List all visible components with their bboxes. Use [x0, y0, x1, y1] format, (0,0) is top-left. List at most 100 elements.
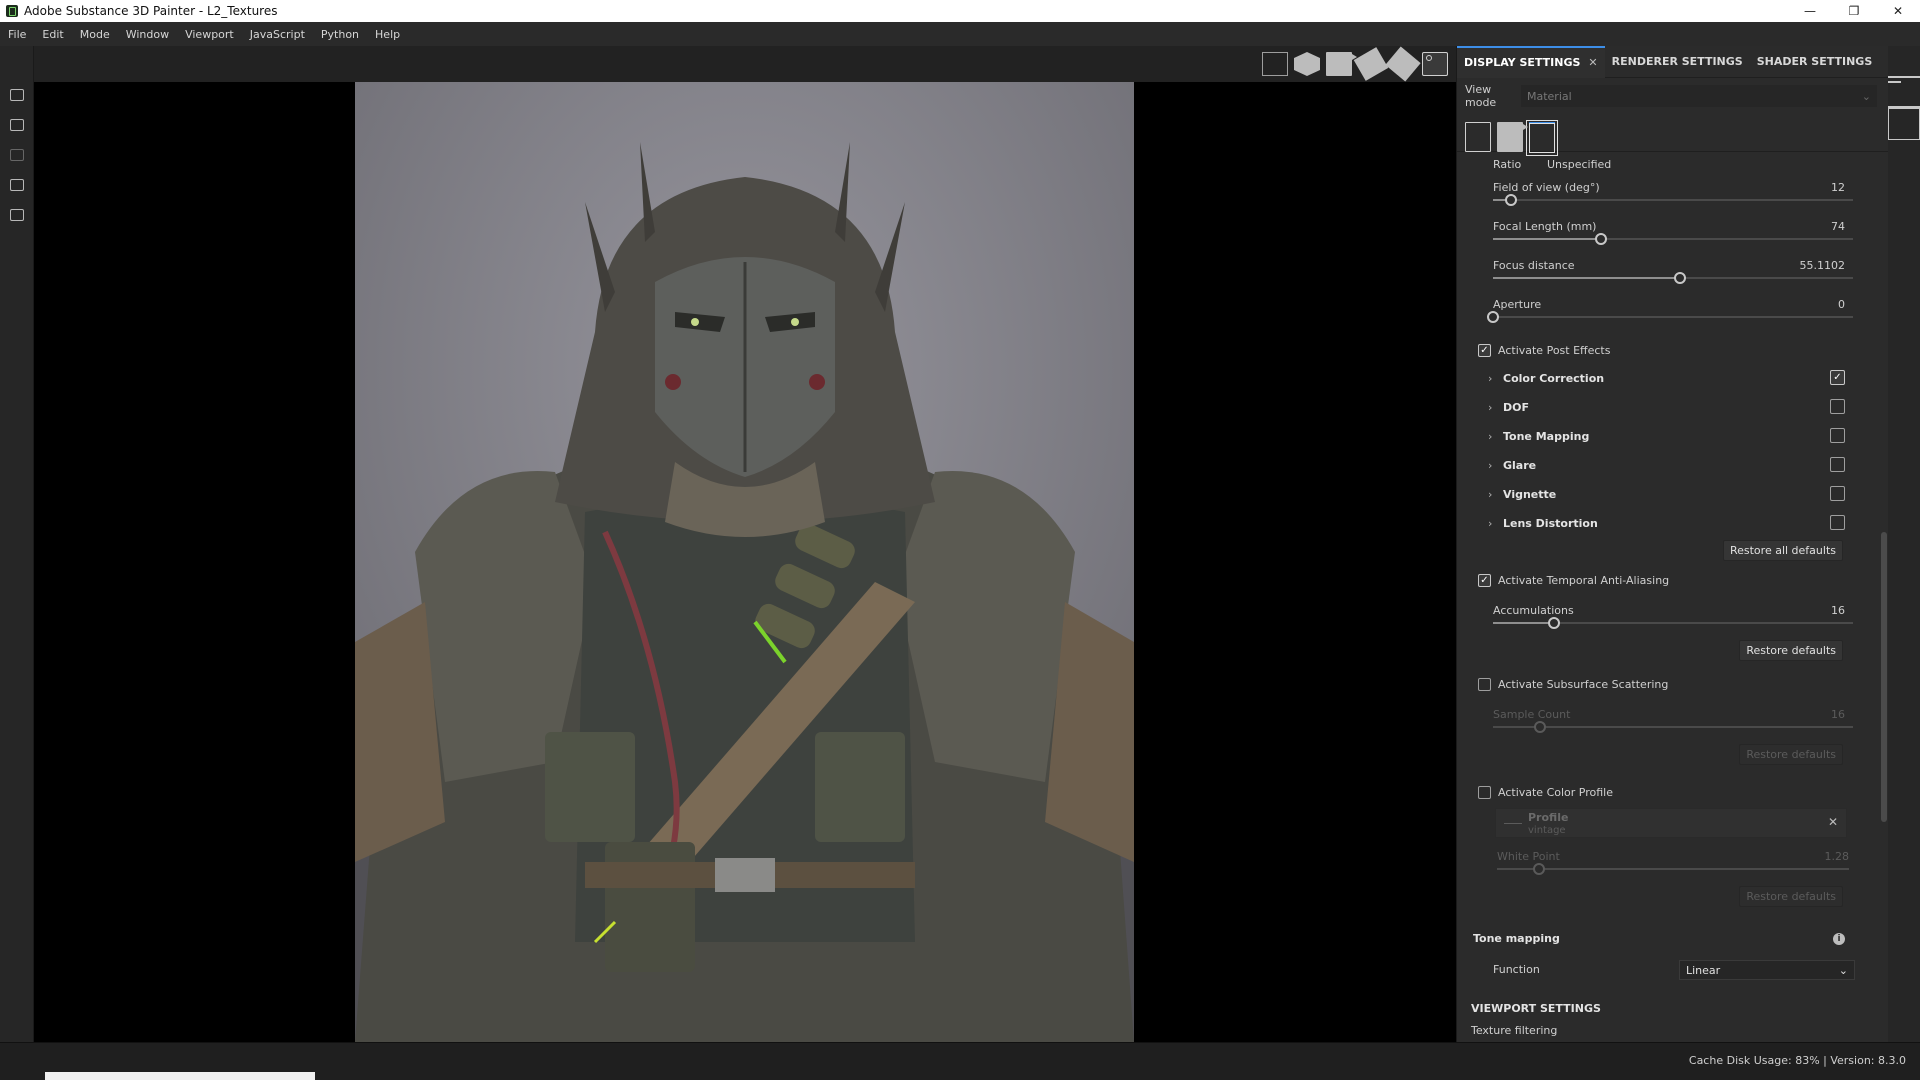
screenshot-camera-icon[interactable]	[1422, 52, 1448, 76]
taa-label: Activate Temporal Anti-Aliasing	[1498, 574, 1670, 587]
slider-value[interactable]: 55.1102	[1800, 259, 1846, 272]
tab-shader-settings[interactable]: SHADER SETTINGS	[1750, 46, 1880, 78]
close-window-button[interactable]: ✕	[1876, 0, 1920, 22]
vignette-checkbox[interactable]	[1830, 486, 1845, 501]
chevron-right-icon[interactable]: ›	[1488, 488, 1492, 501]
texture-filtering-row: Texture filtering	[1457, 1024, 1881, 1040]
slider-knob[interactable]	[1548, 617, 1561, 629]
color-correction-checkbox[interactable]: ✓	[1830, 370, 1845, 385]
environment-subtab-icon[interactable]	[1465, 122, 1491, 152]
texture-filtering-label: Texture filtering	[1471, 1024, 1558, 1037]
slider-knob[interactable]	[1487, 311, 1499, 323]
slider-track[interactable]	[1487, 311, 1853, 323]
menu-edit[interactable]: Edit	[34, 28, 71, 41]
chevron-right-icon[interactable]: ›	[1488, 430, 1492, 443]
bake-tool-icon[interactable]	[0, 110, 34, 140]
restore-all-row: Restore all defaults	[1457, 540, 1881, 564]
document-tool-icon[interactable]	[0, 170, 34, 200]
character-render-image	[355, 82, 1134, 1042]
slider-knob[interactable]	[1505, 194, 1517, 206]
camera-icon[interactable]	[1326, 52, 1357, 76]
taa-restore-defaults-button[interactable]: Restore defaults	[1739, 640, 1843, 661]
section-name: Color Correction	[1503, 372, 1605, 385]
info-icon[interactable]: i	[1833, 933, 1845, 945]
profile-selector: Profile vintage ✕	[1495, 808, 1847, 838]
export-tool-icon[interactable]	[0, 80, 34, 110]
layers-tool-icon[interactable]	[0, 200, 34, 230]
menu-javascript[interactable]: JavaScript	[242, 28, 313, 41]
chevron-right-icon[interactable]: ›	[1488, 517, 1492, 530]
dof-checkbox[interactable]	[1830, 399, 1845, 414]
hourglass-tool-icon[interactable]	[0, 140, 34, 170]
slider-track[interactable]	[1493, 233, 1853, 245]
lens-distortion-checkbox[interactable]	[1830, 515, 1845, 530]
menu-help[interactable]: Help	[367, 28, 408, 41]
slider-value[interactable]: 12	[1831, 181, 1845, 194]
menu-python[interactable]: Python	[313, 28, 367, 41]
glare-checkbox[interactable]	[1830, 457, 1845, 472]
view-mode-label: View mode	[1465, 83, 1497, 109]
slider-knob[interactable]	[1674, 272, 1687, 284]
post-effects-checkbox[interactable]: ✓	[1478, 344, 1491, 357]
left-toolbar	[0, 46, 34, 1046]
tab-renderer-settings[interactable]: RENDERER SETTINGS	[1605, 46, 1750, 78]
chevron-down-icon: ⌄	[1861, 89, 1871, 103]
camera-subtab-icon[interactable]	[1497, 122, 1528, 152]
menu-viewport[interactable]: Viewport	[177, 28, 242, 41]
menu-file[interactable]: File	[0, 28, 34, 41]
scrollbar-thumb[interactable]	[1881, 532, 1887, 822]
sss-checkbox[interactable]	[1478, 678, 1491, 691]
frame-subtab-icon[interactable]	[1526, 120, 1558, 156]
display-settings-panel: DISPLAY SETTINGS ✕ RENDERER SETTINGS SHA…	[1456, 45, 1889, 1042]
activate-color-profile-row[interactable]: Activate Color Profile	[1478, 786, 1858, 799]
profile-value: vintage	[1528, 825, 1566, 836]
slider-value[interactable]: 0	[1838, 298, 1845, 311]
clear-profile-icon[interactable]: ✕	[1828, 815, 1838, 829]
profile-title: Profile	[1528, 811, 1569, 824]
tone-mapping-checkbox[interactable]	[1830, 428, 1845, 443]
layers-panel-icon[interactable]	[1888, 76, 1920, 108]
slider-label: Accumulations	[1493, 604, 1574, 617]
tab-display-settings[interactable]: DISPLAY SETTINGS ✕	[1457, 45, 1605, 78]
ratio-value: Unspecified	[1547, 158, 1612, 171]
minimize-button[interactable]: —	[1788, 0, 1832, 22]
maximize-button[interactable]: ❐	[1832, 0, 1876, 22]
function-dropdown[interactable]: Linear ⌄	[1679, 960, 1855, 980]
activate-post-effects-row[interactable]: ✓ Activate Post Effects	[1478, 344, 1858, 357]
activate-taa-row[interactable]: ✓ Activate Temporal Anti-Aliasing	[1478, 574, 1858, 587]
slider-label: Focal Length (mm)	[1493, 220, 1597, 233]
viewport[interactable]	[34, 82, 1456, 1042]
slider-track[interactable]	[1493, 272, 1853, 284]
panel-scrollbar[interactable]	[1880, 152, 1888, 1042]
slider-value[interactable]: 16	[1831, 604, 1845, 617]
view-mode-select[interactable]: Material ⌄	[1521, 85, 1877, 107]
slider-track	[1493, 721, 1853, 733]
brush-icon[interactable]	[1385, 46, 1421, 82]
slider-track[interactable]	[1493, 617, 1853, 629]
restore-all-defaults-button[interactable]: Restore all defaults	[1722, 540, 1843, 561]
menu-window[interactable]: Window	[118, 28, 177, 41]
square-frame-icon[interactable]	[1262, 52, 1288, 76]
chevron-right-icon[interactable]: ›	[1488, 372, 1492, 385]
color-profile-checkbox[interactable]	[1478, 786, 1491, 799]
properties-panel-icon[interactable]	[1888, 108, 1920, 140]
ratio-label: Ratio	[1493, 158, 1522, 171]
slider-knob	[1533, 863, 1546, 875]
cube-view-icon[interactable]	[1294, 52, 1320, 76]
sss-restore-row: Restore defaults	[1457, 744, 1881, 768]
slider-value[interactable]: 74	[1831, 220, 1845, 233]
chevron-right-icon[interactable]: ›	[1488, 459, 1492, 472]
menu-mode[interactable]: Mode	[72, 28, 118, 41]
close-tab-icon[interactable]: ✕	[1588, 56, 1597, 69]
right-dock-strip	[1888, 46, 1920, 1042]
slider-track[interactable]	[1493, 194, 1853, 206]
settings-scroll-area[interactable]: Ratio Unspecified Field of view (deg°) 1…	[1457, 152, 1881, 1042]
cache-disk-usage: Cache Disk Usage: 83% | Version: 8.3.0	[1688, 1054, 1906, 1067]
slider-knob[interactable]	[1595, 233, 1607, 245]
fork-tool-icon[interactable]	[1353, 47, 1389, 81]
activate-sss-row[interactable]: Activate Subsurface Scattering	[1478, 678, 1858, 691]
slider-knob	[1533, 721, 1546, 733]
chevron-right-icon[interactable]: ›	[1488, 401, 1492, 414]
tone-mapping-heading: Tone mapping	[1473, 932, 1560, 945]
taa-checkbox[interactable]: ✓	[1478, 574, 1491, 587]
